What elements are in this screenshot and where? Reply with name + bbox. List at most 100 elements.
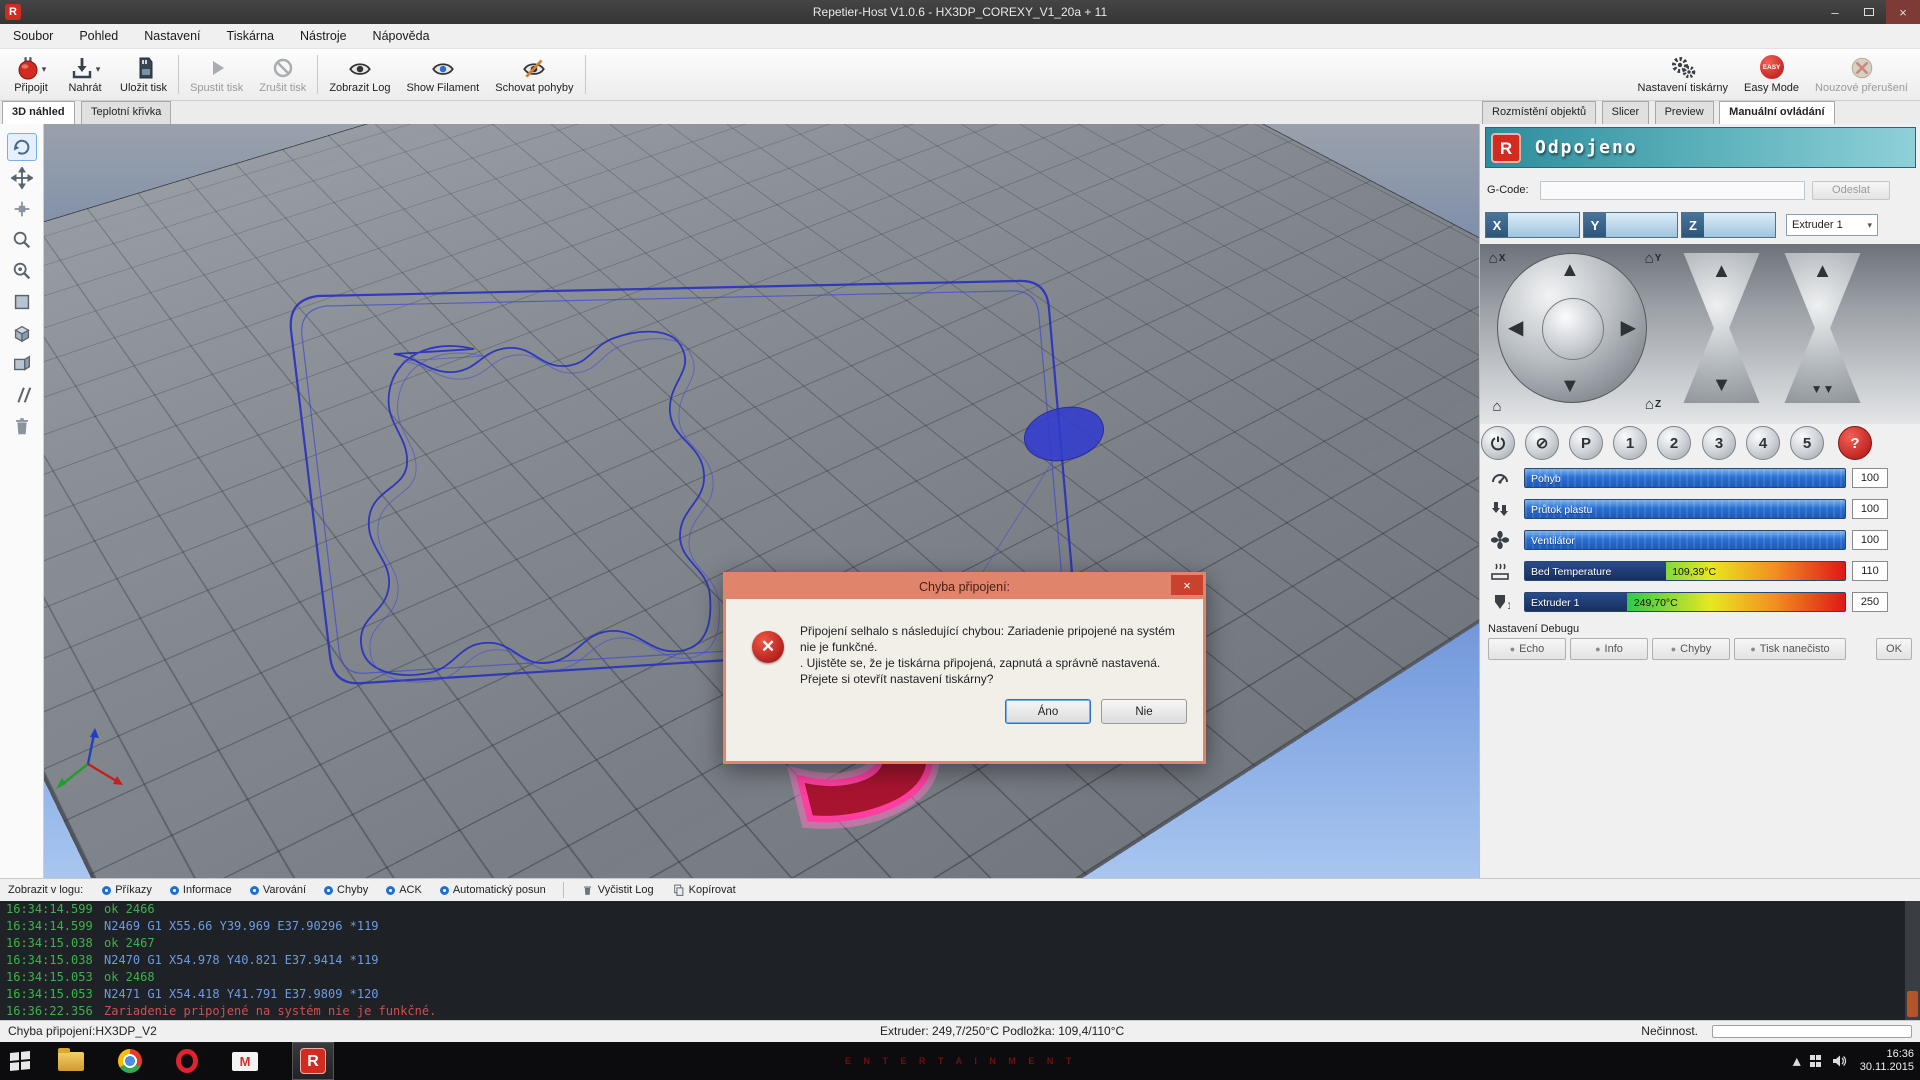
debug-errors-button[interactable]: ●Chyby [1652, 638, 1730, 660]
jog-x-plus-button[interactable]: ▶ [1621, 318, 1636, 338]
preset-1-button[interactable]: 1 [1613, 426, 1647, 460]
menu-pohled[interactable]: Pohled [66, 25, 131, 47]
flow-value[interactable]: 100 [1852, 499, 1888, 519]
menu-soubor[interactable]: Soubor [0, 25, 66, 47]
filter-autoscroll-button[interactable]: Automatický posun [431, 882, 555, 898]
fan-slider[interactable]: Ventilátor [1524, 530, 1846, 550]
jog-y-plus-button[interactable]: ▲ [1560, 260, 1580, 280]
extruder-select[interactable]: Extruder 1▾ [1786, 214, 1878, 236]
log-scrollbar[interactable] [1905, 901, 1920, 1020]
dialog-close-button[interactable]: × [1171, 575, 1203, 595]
connect-dropdown-icon[interactable]: ▾ [42, 64, 47, 75]
jog-y-minus-button[interactable]: ▼ [1560, 376, 1580, 396]
connect-button[interactable]: ▾ Připojit [4, 49, 58, 100]
retract-button[interactable]: ▲ [1775, 261, 1870, 281]
dialog-titlebar[interactable]: Chyba připojení: × [726, 575, 1203, 599]
menu-tiskarna[interactable]: Tiskárna [214, 25, 287, 47]
help-button[interactable]: ? [1838, 426, 1872, 460]
parallel-projection-button[interactable] [7, 381, 37, 409]
chrome-icon[interactable] [118, 1049, 142, 1073]
filter-errors-button[interactable]: Chyby [315, 882, 377, 898]
z-down-button[interactable]: ▼ [1674, 375, 1769, 395]
tab-manualni-ovladani[interactable]: Manuální ovládání [1719, 101, 1834, 124]
volume-icon[interactable] [1831, 1053, 1847, 1069]
filter-info-button[interactable]: Informace [161, 882, 241, 898]
filter-ack-button[interactable]: ACK [377, 882, 431, 898]
start-button[interactable] [0, 1042, 40, 1080]
send-gcode-button[interactable]: Odeslat [1812, 181, 1890, 200]
network-icon[interactable] [1810, 1055, 1822, 1067]
mail-icon[interactable]: M [232, 1052, 258, 1071]
show-log-button[interactable]: Zobrazit Log [321, 49, 398, 100]
save-print-button[interactable]: Uložit tisk [112, 49, 175, 100]
rotate-view-button[interactable] [7, 133, 37, 161]
extruder-jog-control[interactable]: ▲ ▼▼ [1775, 253, 1870, 403]
bed-temp-target[interactable]: 110 [1852, 561, 1888, 581]
tab-slicer[interactable]: Slicer [1602, 101, 1650, 124]
jog-pad-center[interactable] [1542, 298, 1604, 360]
menu-nastroje[interactable]: Nástroje [287, 25, 360, 47]
dialog-yes-button[interactable]: Áno [1005, 699, 1091, 724]
view-front-button[interactable] [7, 288, 37, 316]
hide-travel-button[interactable]: Schovat pohyby [487, 49, 581, 100]
z-up-button[interactable]: ▲ [1674, 261, 1769, 281]
maximize-button[interactable] [1852, 0, 1886, 24]
speed-value[interactable]: 100 [1852, 468, 1888, 488]
printer-settings-button[interactable]: Nastavení tiskárny [1630, 49, 1736, 100]
easy-mode-button[interactable]: EASY Easy Mode [1736, 49, 1807, 100]
home-y-button[interactable]: ⌂Y [1638, 246, 1668, 270]
extruder-temp-target[interactable]: 250 [1852, 592, 1888, 612]
minimize-button[interactable]: – [1818, 0, 1852, 24]
tab-teplotni-krivka[interactable]: Teplotní křivka [81, 101, 171, 124]
preset-2-button[interactable]: 2 [1657, 426, 1691, 460]
jog-x-minus-button[interactable]: ◀ [1508, 318, 1523, 338]
tab-3d-nahled[interactable]: 3D náhled [2, 101, 75, 124]
debug-info-button[interactable]: ●Info [1570, 638, 1648, 660]
menu-nastaveni[interactable]: Nastavení [131, 25, 213, 47]
file-explorer-icon[interactable] [58, 1052, 84, 1071]
menu-napoveda[interactable]: Nápověda [360, 25, 443, 47]
tray-expand-icon[interactable]: ▴ [1793, 1051, 1801, 1071]
view-side-button[interactable] [7, 350, 37, 378]
view-iso-button[interactable] [7, 319, 37, 347]
tab-rozmisteni-objektu[interactable]: Rozmístění objektů [1482, 101, 1596, 124]
power-button[interactable] [1481, 426, 1515, 460]
copy-log-button[interactable]: Kopírovat [663, 881, 745, 899]
fan-value[interactable]: 100 [1852, 530, 1888, 550]
home-x-button[interactable]: ⌂X [1482, 246, 1512, 270]
preset-4-button[interactable]: 4 [1746, 426, 1780, 460]
speed-slider[interactable]: Pohyb [1524, 468, 1846, 488]
move-object-button[interactable] [7, 195, 37, 223]
load-button[interactable]: ▾ Nahrát [58, 49, 112, 100]
preset-5-button[interactable]: 5 [1790, 426, 1824, 460]
motors-off-button[interactable]: ⊘ [1525, 426, 1559, 460]
xy-jog-pad[interactable]: ▲ ▼ ◀ ▶ [1497, 253, 1647, 403]
filter-commands-button[interactable]: Příkazy [93, 882, 161, 898]
delete-object-button[interactable] [7, 412, 37, 440]
close-button[interactable]: × [1886, 0, 1920, 24]
log-scrollbar-thumb[interactable] [1907, 991, 1918, 1017]
z-jog-control[interactable]: ▲ ▼ [1674, 253, 1769, 403]
load-dropdown-icon[interactable]: ▾ [96, 64, 101, 75]
clear-log-button[interactable]: Vyčistit Log [572, 881, 663, 899]
move-view-button[interactable] [7, 164, 37, 192]
debug-echo-button[interactable]: ●Echo [1488, 638, 1566, 660]
show-filament-button[interactable]: Show Filament [398, 49, 487, 100]
bed-temp-slider[interactable]: Bed Temperature 109,39°C [1524, 561, 1846, 581]
dialog-no-button[interactable]: Nie [1101, 699, 1187, 724]
opera-icon[interactable] [176, 1049, 198, 1073]
park-button[interactable]: P [1569, 426, 1603, 460]
flow-slider[interactable]: Průtok plastu [1524, 499, 1846, 519]
preset-3-button[interactable]: 3 [1702, 426, 1736, 460]
zoom-focus-button[interactable] [7, 257, 37, 285]
extrude-button[interactable]: ▼▼ [1775, 383, 1870, 395]
clock[interactable]: 16:36 30.11.2015 [1860, 1048, 1914, 1074]
tab-preview[interactable]: Preview [1655, 101, 1714, 124]
home-z-button[interactable]: ⌂Z [1638, 392, 1668, 416]
gcode-input[interactable] [1540, 181, 1805, 200]
zoom-button[interactable] [7, 226, 37, 254]
filter-warnings-button[interactable]: Varování [241, 882, 315, 898]
extruder-temp-slider[interactable]: Extruder 1 249,70°C [1524, 592, 1846, 612]
3d-viewport[interactable]: 3 3 [44, 124, 1479, 878]
debug-dry-run-button[interactable]: ●Tisk nanečisto [1734, 638, 1846, 660]
